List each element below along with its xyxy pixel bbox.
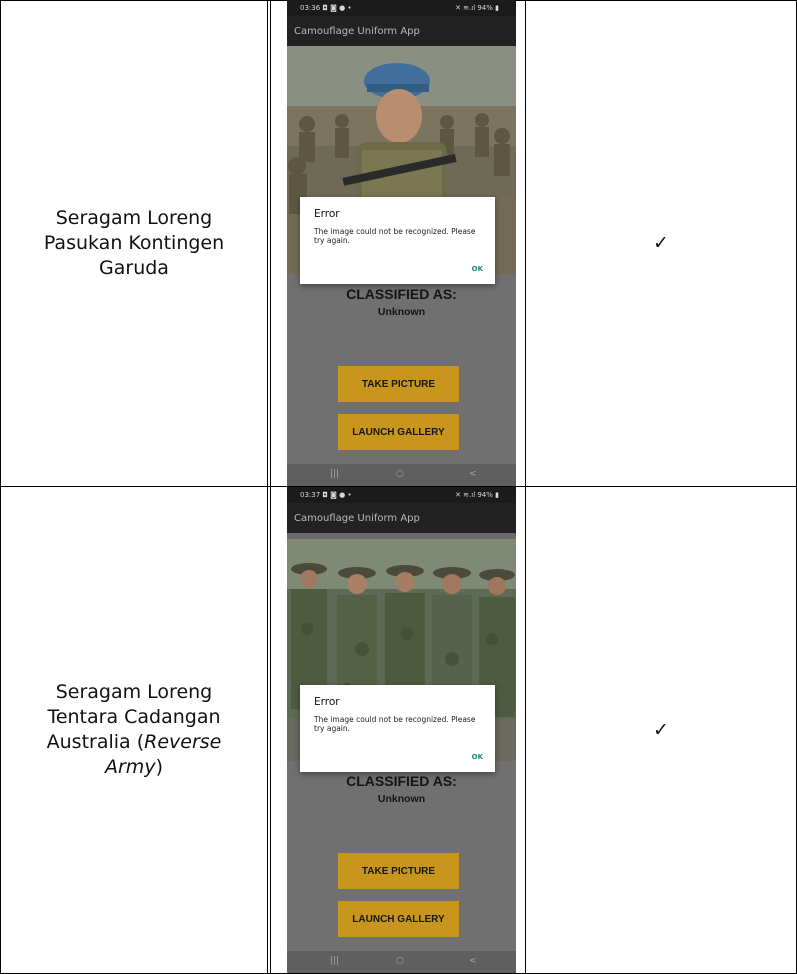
status-indicators: ✕ ≋.ıl 94% ▮ (455, 491, 499, 499)
row-2-label-italic-1: Reverse (144, 731, 222, 753)
home-icon[interactable]: ○ (396, 956, 404, 966)
status-indicators: ✕ ≋.ıl 94% ▮ (455, 4, 499, 12)
dialog-message: The image could not be recognized. Pleas… (314, 227, 476, 245)
app-bar: Camouflage Uniform App (287, 503, 516, 533)
system-nav-bar: ||| ○ < (287, 951, 516, 973)
row-2-label-line-3a: Australia ( (46, 731, 145, 753)
take-picture-button[interactable]: TAKE PICTURE (338, 366, 459, 402)
row-2-label-line-4: Army) (47, 755, 222, 780)
dialog-title: Error (314, 208, 340, 220)
result-panel: CLASSIFIED AS: Unknown TAKE PICTURE LAUN… (287, 274, 516, 466)
dialog-ok-button[interactable]: OK (472, 265, 483, 273)
row-2-label-line-3: Australia (Reverse (47, 730, 222, 755)
app-title: Camouflage Uniform App (294, 513, 420, 524)
row-2-checkmark: ✓ (653, 719, 669, 741)
row-1-checkmark: ✓ (653, 232, 669, 254)
status-time: 03:37 ◘ ◙ ● • (300, 491, 352, 499)
phone-screenshot-2: 03:37 ◘ ◙ ● • ✕ ≋.ıl 94% ▮ Camouflage Un… (287, 487, 516, 973)
column-divider-1b (270, 0, 271, 974)
row-2-label-line-2: Tentara Cadangan (47, 706, 221, 728)
classified-value: Unknown (377, 306, 426, 318)
row-2-label: Seragam Loreng Tentara Cadangan Australi… (0, 487, 268, 973)
recent-apps-icon[interactable]: ||| (330, 956, 339, 966)
row-1-label-line-1: Seragam Loreng (55, 206, 213, 229)
recent-apps-icon[interactable]: ||| (330, 469, 339, 479)
launch-gallery-button[interactable]: LAUNCH GALLERY (338, 414, 459, 450)
row-1-label-line-2: Pasukan Kontingen (43, 231, 225, 254)
home-icon[interactable]: ○ (396, 469, 404, 479)
status-bar: 03:37 ◘ ◙ ● • ✕ ≋.ıl 94% ▮ (287, 487, 516, 503)
take-picture-button[interactable]: TAKE PICTURE (338, 853, 459, 889)
app-title: Camouflage Uniform App (294, 26, 420, 37)
dialog-message: The image could not be recognized. Pleas… (314, 715, 476, 733)
error-dialog: Error The image could not be recognized.… (300, 197, 495, 284)
phone-screenshot-1: 03:36 ◘ ◙ ● • ✕ ≋.ıl 94% ▮ Camouflage Un… (287, 0, 516, 486)
classified-label: CLASSIFIED AS: (346, 286, 457, 302)
row-2-label-italic-2: Army (105, 756, 156, 778)
classified-value: Unknown (377, 793, 426, 805)
row-2-label-close: ) (155, 756, 163, 778)
result-panel: CLASSIFIED AS: Unknown TAKE PICTURE LAUN… (287, 761, 516, 953)
comparison-table: Seragam Loreng Pasukan Kontingen Garuda … (0, 0, 797, 974)
launch-gallery-button[interactable]: LAUNCH GALLERY (338, 901, 459, 937)
row-1-label: Seragam Loreng Pasukan Kontingen Garuda (0, 0, 268, 486)
error-dialog: Error The image could not be recognized.… (300, 685, 495, 772)
back-icon[interactable]: < (469, 469, 477, 479)
row-1-label-line-3: Garuda (99, 256, 169, 279)
system-nav-bar: ||| ○ < (287, 464, 516, 486)
app-bar: Camouflage Uniform App (287, 16, 516, 46)
back-icon[interactable]: < (469, 956, 477, 966)
classified-label: CLASSIFIED AS: (346, 773, 457, 789)
row-2-label-line-1: Seragam Loreng (55, 681, 213, 703)
status-bar: 03:36 ◘ ◙ ● • ✕ ≋.ıl 94% ▮ (287, 0, 516, 16)
status-time: 03:36 ◘ ◙ ● • (300, 4, 352, 12)
dialog-title: Error (314, 696, 340, 708)
dialog-ok-button[interactable]: OK (472, 753, 483, 761)
